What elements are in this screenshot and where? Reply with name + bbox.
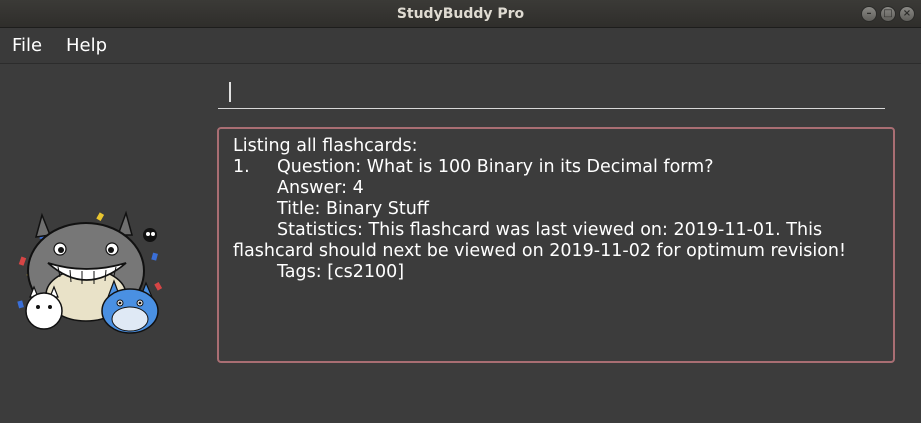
menu-bar: File Help xyxy=(0,28,921,64)
close-icon[interactable]: × xyxy=(899,6,915,22)
title-bar: StudyBuddy Pro – □ × xyxy=(0,0,921,28)
flashcard-statistics: Statistics: This flashcard was last view… xyxy=(277,220,823,240)
command-input[interactable] xyxy=(218,78,885,108)
flashcard-question: Question: What is 100 Binary in its Deci… xyxy=(277,157,714,177)
menu-file[interactable]: File xyxy=(12,28,42,64)
text-caret xyxy=(229,82,231,102)
flashcard-tags: Tags: [cs2100] xyxy=(277,262,405,282)
totoro-mascot-image xyxy=(17,210,163,334)
flashcard-title: Title: Binary Stuff xyxy=(277,199,429,219)
minimize-icon[interactable]: – xyxy=(861,6,877,22)
flashcard-answer: Answer: 4 xyxy=(277,178,364,198)
window-controls: – □ × xyxy=(861,6,915,22)
soot-sprite xyxy=(143,228,157,242)
command-box[interactable] xyxy=(218,78,885,109)
flashcard-index: 1. xyxy=(233,157,250,177)
white-totoro xyxy=(25,285,63,330)
flashcard-question-row: 1. Question: What is 100 Binary in its D… xyxy=(233,157,893,178)
result-display: Listing all flashcards: 1. Question: Wha… xyxy=(217,127,895,363)
maximize-icon[interactable]: □ xyxy=(880,6,896,22)
flashcard-statistics-cont: flashcard should next be viewed on 2019-… xyxy=(233,241,847,261)
menu-help[interactable]: Help xyxy=(66,28,107,64)
window-title: StudyBuddy Pro xyxy=(396,6,525,22)
result-header: Listing all flashcards: xyxy=(233,136,418,156)
